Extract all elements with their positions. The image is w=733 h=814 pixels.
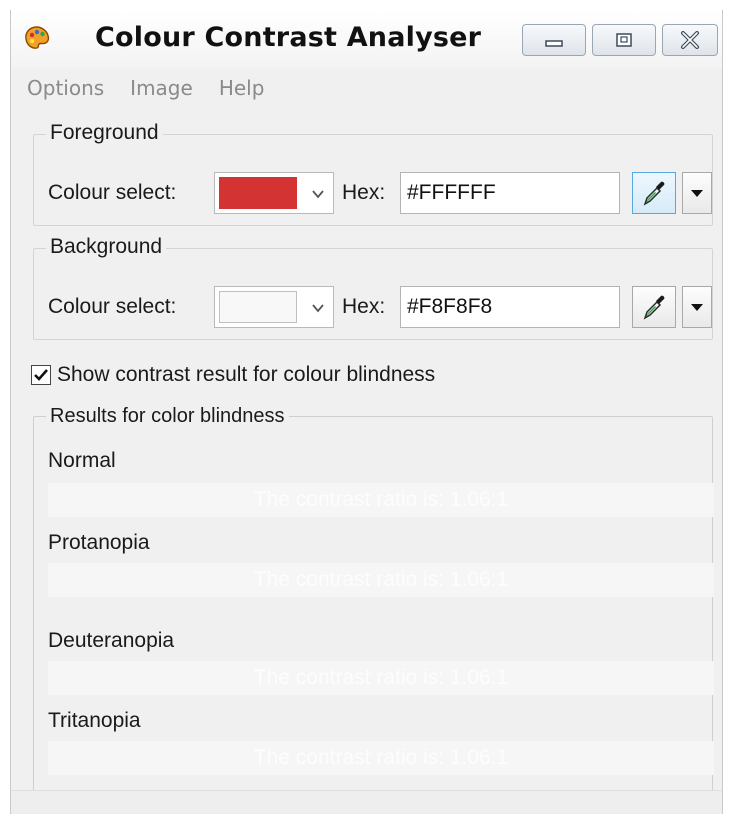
result-label-protanopia: Protanopia: [48, 531, 150, 554]
background-colour-select[interactable]: [214, 286, 334, 328]
background-group-label: Background: [46, 235, 167, 259]
colour-blindness-checkbox[interactable]: [31, 365, 51, 385]
close-icon: [681, 31, 699, 49]
background-hex-label: Hex:: [342, 295, 386, 318]
result-label-normal: Normal: [48, 449, 116, 472]
app-window: Colour Contrast Analyser Options Image H…: [10, 10, 723, 814]
eyedropper-icon: [643, 181, 665, 206]
minimize-icon: [545, 40, 563, 47]
colour-blindness-checkbox-row[interactable]: Show contrast result for colour blindnes…: [31, 362, 435, 388]
background-colour-select-label: Colour select:: [48, 295, 177, 318]
close-button[interactable]: [662, 24, 718, 56]
maximize-icon: [616, 33, 632, 47]
chevron-down-icon: [312, 190, 324, 199]
background-options-dropdown[interactable]: [682, 286, 712, 328]
chevron-down-icon: [312, 304, 324, 313]
result-bar-deuteranopia: The contrast ratio is: 1.06:1: [48, 661, 714, 695]
chevron-down-icon: [691, 190, 703, 197]
background-colour-swatch: [219, 291, 297, 323]
maximize-button[interactable]: [592, 24, 656, 56]
foreground-hex-input[interactable]: #FFFFFF: [400, 172, 620, 214]
foreground-options-dropdown[interactable]: [682, 172, 712, 214]
status-bar: [11, 790, 722, 814]
menu-help[interactable]: Help: [219, 76, 265, 100]
minimize-button[interactable]: [522, 24, 586, 56]
foreground-colour-swatch: [219, 177, 297, 209]
result-bar-normal: The contrast ratio is: 1.06:1: [48, 483, 714, 517]
eyedropper-icon: [643, 295, 665, 320]
results-group-label: Results for color blindness: [46, 404, 289, 428]
checkmark-icon: [34, 369, 48, 381]
menu-options[interactable]: Options: [27, 76, 104, 100]
foreground-eyedropper-button[interactable]: [632, 172, 676, 214]
foreground-group-label: Foreground: [46, 121, 163, 145]
result-bar-protanopia: The contrast ratio is: 1.06:1: [48, 563, 714, 597]
result-label-deuteranopia: Deuteranopia: [48, 629, 175, 652]
result-bar-tritanopia: The contrast ratio is: 1.06:1: [48, 741, 714, 775]
chevron-down-icon: [691, 304, 703, 311]
menu-bar: Options Image Help: [11, 68, 722, 108]
background-group: Background Colour select: Hex: #F8F8F8: [33, 235, 713, 340]
foreground-colour-select[interactable]: [214, 172, 334, 214]
title-bar[interactable]: Colour Contrast Analyser: [11, 10, 722, 68]
foreground-colour-select-label: Colour select:: [48, 181, 177, 204]
window-title: Colour Contrast Analyser: [95, 22, 482, 53]
foreground-group: Foreground Colour select: Hex: #FFFFFF: [33, 121, 713, 226]
result-label-tritanopia: Tritanopia: [48, 709, 141, 732]
palette-icon: [25, 26, 50, 49]
background-eyedropper-button[interactable]: [632, 286, 676, 328]
colour-blindness-checkbox-label: Show contrast result for colour blindnes…: [57, 363, 436, 386]
menu-image[interactable]: Image: [130, 76, 193, 100]
background-hex-input[interactable]: #F8F8F8: [400, 286, 620, 328]
results-group: Results for color blindness Normal The c…: [33, 404, 714, 792]
foreground-hex-label: Hex:: [342, 181, 386, 204]
